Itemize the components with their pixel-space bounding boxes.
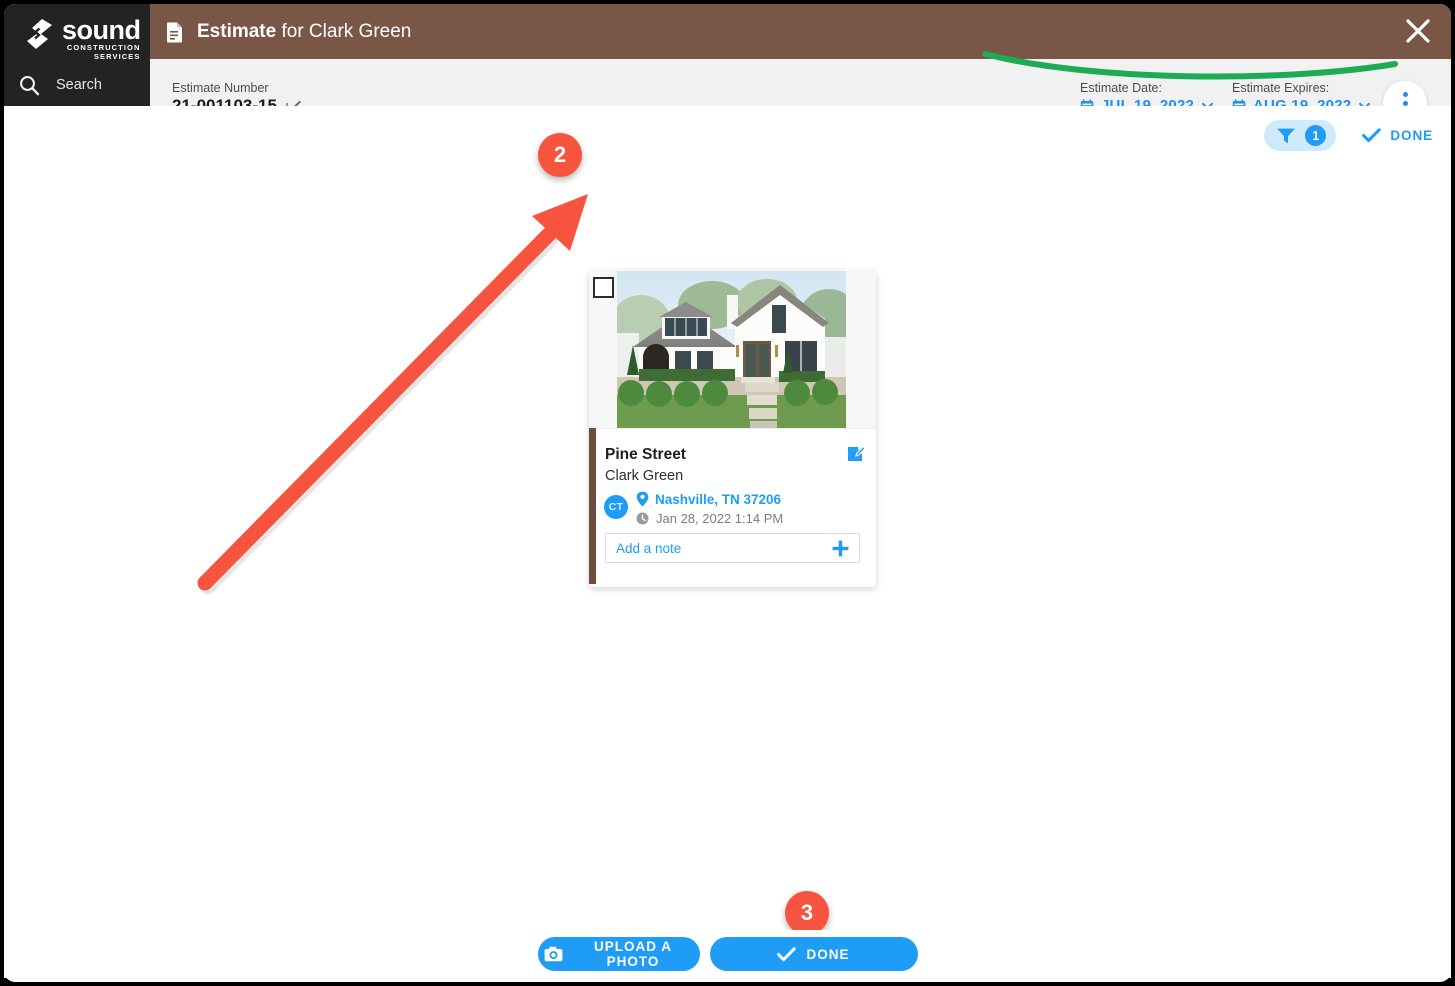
add-note-label: Add a note xyxy=(616,540,682,556)
check-icon xyxy=(777,946,797,962)
filter-count-badge: 1 xyxy=(1305,125,1327,146)
filter-chip[interactable]: 1 xyxy=(1264,120,1337,151)
camera-icon xyxy=(544,946,563,962)
modal-title-light: for Clark Green xyxy=(281,20,412,42)
add-note-row[interactable]: Add a note xyxy=(605,533,860,563)
card-photo-area xyxy=(589,270,876,428)
toolbar-done-button[interactable]: DONE xyxy=(1362,128,1433,143)
logo-text: sound CONSTRUCTION SERVICES xyxy=(62,15,141,62)
modal-title: Estimate for Clark Green xyxy=(197,21,411,43)
upload-a-photo-label: UPLOAD A PHOTO xyxy=(594,939,672,969)
card-accent-bar xyxy=(589,428,596,584)
close-icon[interactable] xyxy=(1403,16,1433,46)
edit-square-icon[interactable] xyxy=(846,443,866,468)
card-body: Pine Street Clark Green CT Nashville, TN… xyxy=(596,428,876,587)
kebab-dot xyxy=(1402,100,1408,106)
logo-tagline-1: CONSTRUCTION xyxy=(66,43,141,52)
photo-select-checkbox[interactable] xyxy=(593,277,614,298)
search-icon xyxy=(20,76,40,96)
document-icon xyxy=(167,22,182,42)
bottom-action-bar: UPLOAD A PHOTO DONE xyxy=(4,930,1451,978)
modal-header: Estimate for Clark Green xyxy=(150,4,1451,59)
card-timestamp-label: Jan 28, 2022 1:14 PM xyxy=(656,511,784,526)
logo-tagline-2: SERVICES xyxy=(93,52,141,61)
clock-icon xyxy=(636,512,649,525)
filter-funnel-icon xyxy=(1277,128,1296,143)
check-glyph xyxy=(777,946,797,961)
avatar: CT xyxy=(604,495,628,519)
photo-picker-overlay: 1 DONE Pine Street Clark Green CT Nashvi… xyxy=(4,106,1451,951)
card-title: Pine Street xyxy=(605,446,686,463)
overlay-toolbar: 1 DONE xyxy=(1264,120,1433,151)
sidebar-item-search[interactable]: Search xyxy=(18,74,102,96)
plus-icon[interactable] xyxy=(831,539,850,558)
edit-square-glyph xyxy=(848,445,866,461)
search-label: Search xyxy=(56,77,102,93)
card-subtitle: Clark Green xyxy=(605,468,684,484)
house-photo xyxy=(617,271,846,428)
estimate-number-label: Estimate Number xyxy=(172,81,269,95)
done-button[interactable]: DONE xyxy=(709,937,918,971)
logo-wordmark: sound xyxy=(62,15,141,45)
card-location[interactable]: Nashville, TN 37206 xyxy=(636,491,781,507)
brand-logo[interactable]: sound CONSTRUCTION SERVICES xyxy=(22,17,141,61)
sound-logo-icon xyxy=(27,19,52,49)
kebab-dot xyxy=(1402,91,1408,97)
check-icon xyxy=(1362,128,1382,143)
callout-badge-3: 3 xyxy=(785,891,829,935)
modal-title-bold: Estimate xyxy=(197,20,277,42)
upload-a-photo-button[interactable]: UPLOAD A PHOTO xyxy=(537,937,700,971)
photo-card[interactable]: Pine Street Clark Green CT Nashville, TN… xyxy=(589,270,876,587)
close-x-icon xyxy=(1406,19,1430,43)
done-button-label: DONE xyxy=(806,946,850,962)
estimate-date-label: Estimate Date: xyxy=(1080,81,1162,95)
card-location-label: Nashville, TN 37206 xyxy=(655,491,782,507)
estimate-expires-label: Estimate Expires: xyxy=(1232,81,1330,95)
toolbar-done-label: DONE xyxy=(1390,128,1433,143)
screenshot-frame: sound CONSTRUCTION SERVICES Search Estim… xyxy=(0,0,1455,986)
camera-glyph xyxy=(544,946,562,962)
card-timestamp: Jan 28, 2022 1:14 PM xyxy=(636,511,783,526)
map-pin-icon xyxy=(636,491,649,507)
callout-badge-2: 2 xyxy=(538,133,582,177)
left-sidebar: sound CONSTRUCTION SERVICES Search xyxy=(4,4,150,110)
